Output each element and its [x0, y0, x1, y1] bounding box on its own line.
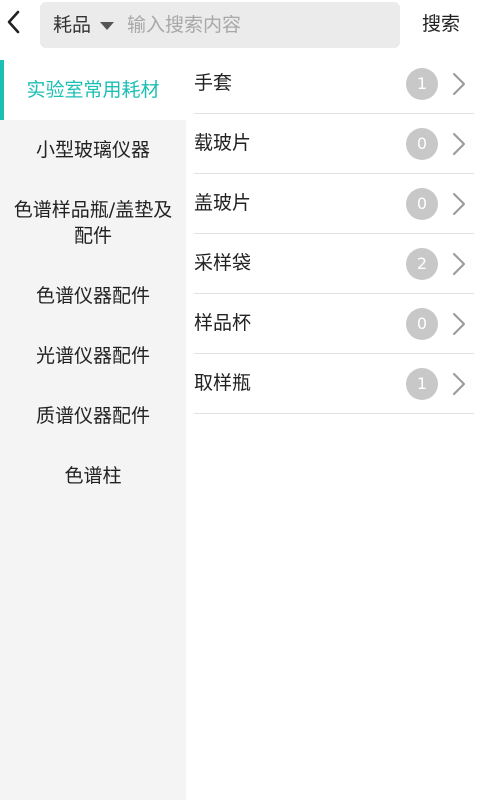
- sidebar-item-label: 光谱仪器配件: [35, 345, 150, 367]
- chevron-right-icon: [453, 73, 465, 95]
- sidebar-item-mass-spec-parts[interactable]: 质谱仪器配件: [0, 386, 186, 446]
- count-badge: 0: [406, 188, 438, 220]
- chevron-right-icon: [453, 253, 465, 275]
- sidebar-item-label: 实验室常用耗材: [26, 79, 160, 101]
- list-item-label: 取样瓶: [194, 372, 252, 394]
- count-badge: 1: [406, 368, 438, 400]
- list-item-label: 盖玻片: [194, 192, 252, 214]
- list-item-label: 样品杯: [194, 312, 252, 334]
- list-item[interactable]: 载玻片 0: [194, 114, 474, 174]
- sidebar-item-chromatography-vials[interactable]: 色谱样品瓶/盖垫及配件: [0, 180, 186, 266]
- list-item[interactable]: 采样袋 2: [194, 234, 474, 294]
- list-item-label: 手套: [194, 72, 233, 94]
- category-sidebar: 实验室常用耗材 小型玻璃仪器 色谱样品瓶/盖垫及配件 色谱仪器配件 光谱仪器配件…: [0, 60, 186, 800]
- search-box: 耗品: [40, 2, 400, 48]
- sidebar-item-label: 色谱柱: [64, 465, 122, 487]
- top-bar: 耗品 搜索: [0, 0, 480, 58]
- list-item[interactable]: 盖玻片 0: [194, 174, 474, 234]
- list-item-label: 采样袋: [194, 252, 252, 274]
- sidebar-item-label: 小型玻璃仪器: [35, 139, 150, 161]
- sidebar-item-spectroscopy-parts[interactable]: 光谱仪器配件: [0, 326, 186, 386]
- count-badge: 2: [406, 248, 438, 280]
- sidebar-item-lab-consumables[interactable]: 实验室常用耗材: [0, 60, 186, 120]
- list-item-label: 载玻片: [194, 132, 252, 154]
- chevron-right-icon: [453, 133, 465, 155]
- sidebar-item-label: 色谱样品瓶/盖垫及配件: [13, 199, 173, 247]
- sidebar-item-label: 质谱仪器配件: [35, 405, 150, 427]
- count-badge: 1: [406, 68, 438, 100]
- chevron-right-icon: [453, 373, 465, 395]
- list-item[interactable]: 取样瓶 1: [194, 354, 474, 414]
- search-scope-selector[interactable]: 耗品: [53, 2, 91, 48]
- back-button[interactable]: [2, 8, 26, 38]
- chevron-right-icon: [453, 193, 465, 215]
- list-item[interactable]: 手套 1: [194, 54, 474, 114]
- sidebar-item-small-glassware[interactable]: 小型玻璃仪器: [0, 120, 186, 180]
- chevron-right-icon: [453, 313, 465, 335]
- list-item[interactable]: 样品杯 0: [194, 294, 474, 354]
- sidebar-item-chromatography-parts[interactable]: 色谱仪器配件: [0, 266, 186, 326]
- sidebar-item-label: 色谱仪器配件: [35, 285, 150, 307]
- subcategory-list: 手套 1 载玻片 0 盖玻片 0 采样袋 2 样品杯 0 取样瓶 1: [194, 54, 474, 414]
- count-badge: 0: [406, 128, 438, 160]
- count-badge: 0: [406, 308, 438, 340]
- sidebar-item-chromatography-columns[interactable]: 色谱柱: [0, 446, 186, 506]
- chevron-left-icon: [7, 10, 20, 34]
- search-input[interactable]: [127, 2, 392, 48]
- search-button[interactable]: 搜索: [412, 2, 470, 46]
- caret-down-icon[interactable]: [100, 22, 114, 30]
